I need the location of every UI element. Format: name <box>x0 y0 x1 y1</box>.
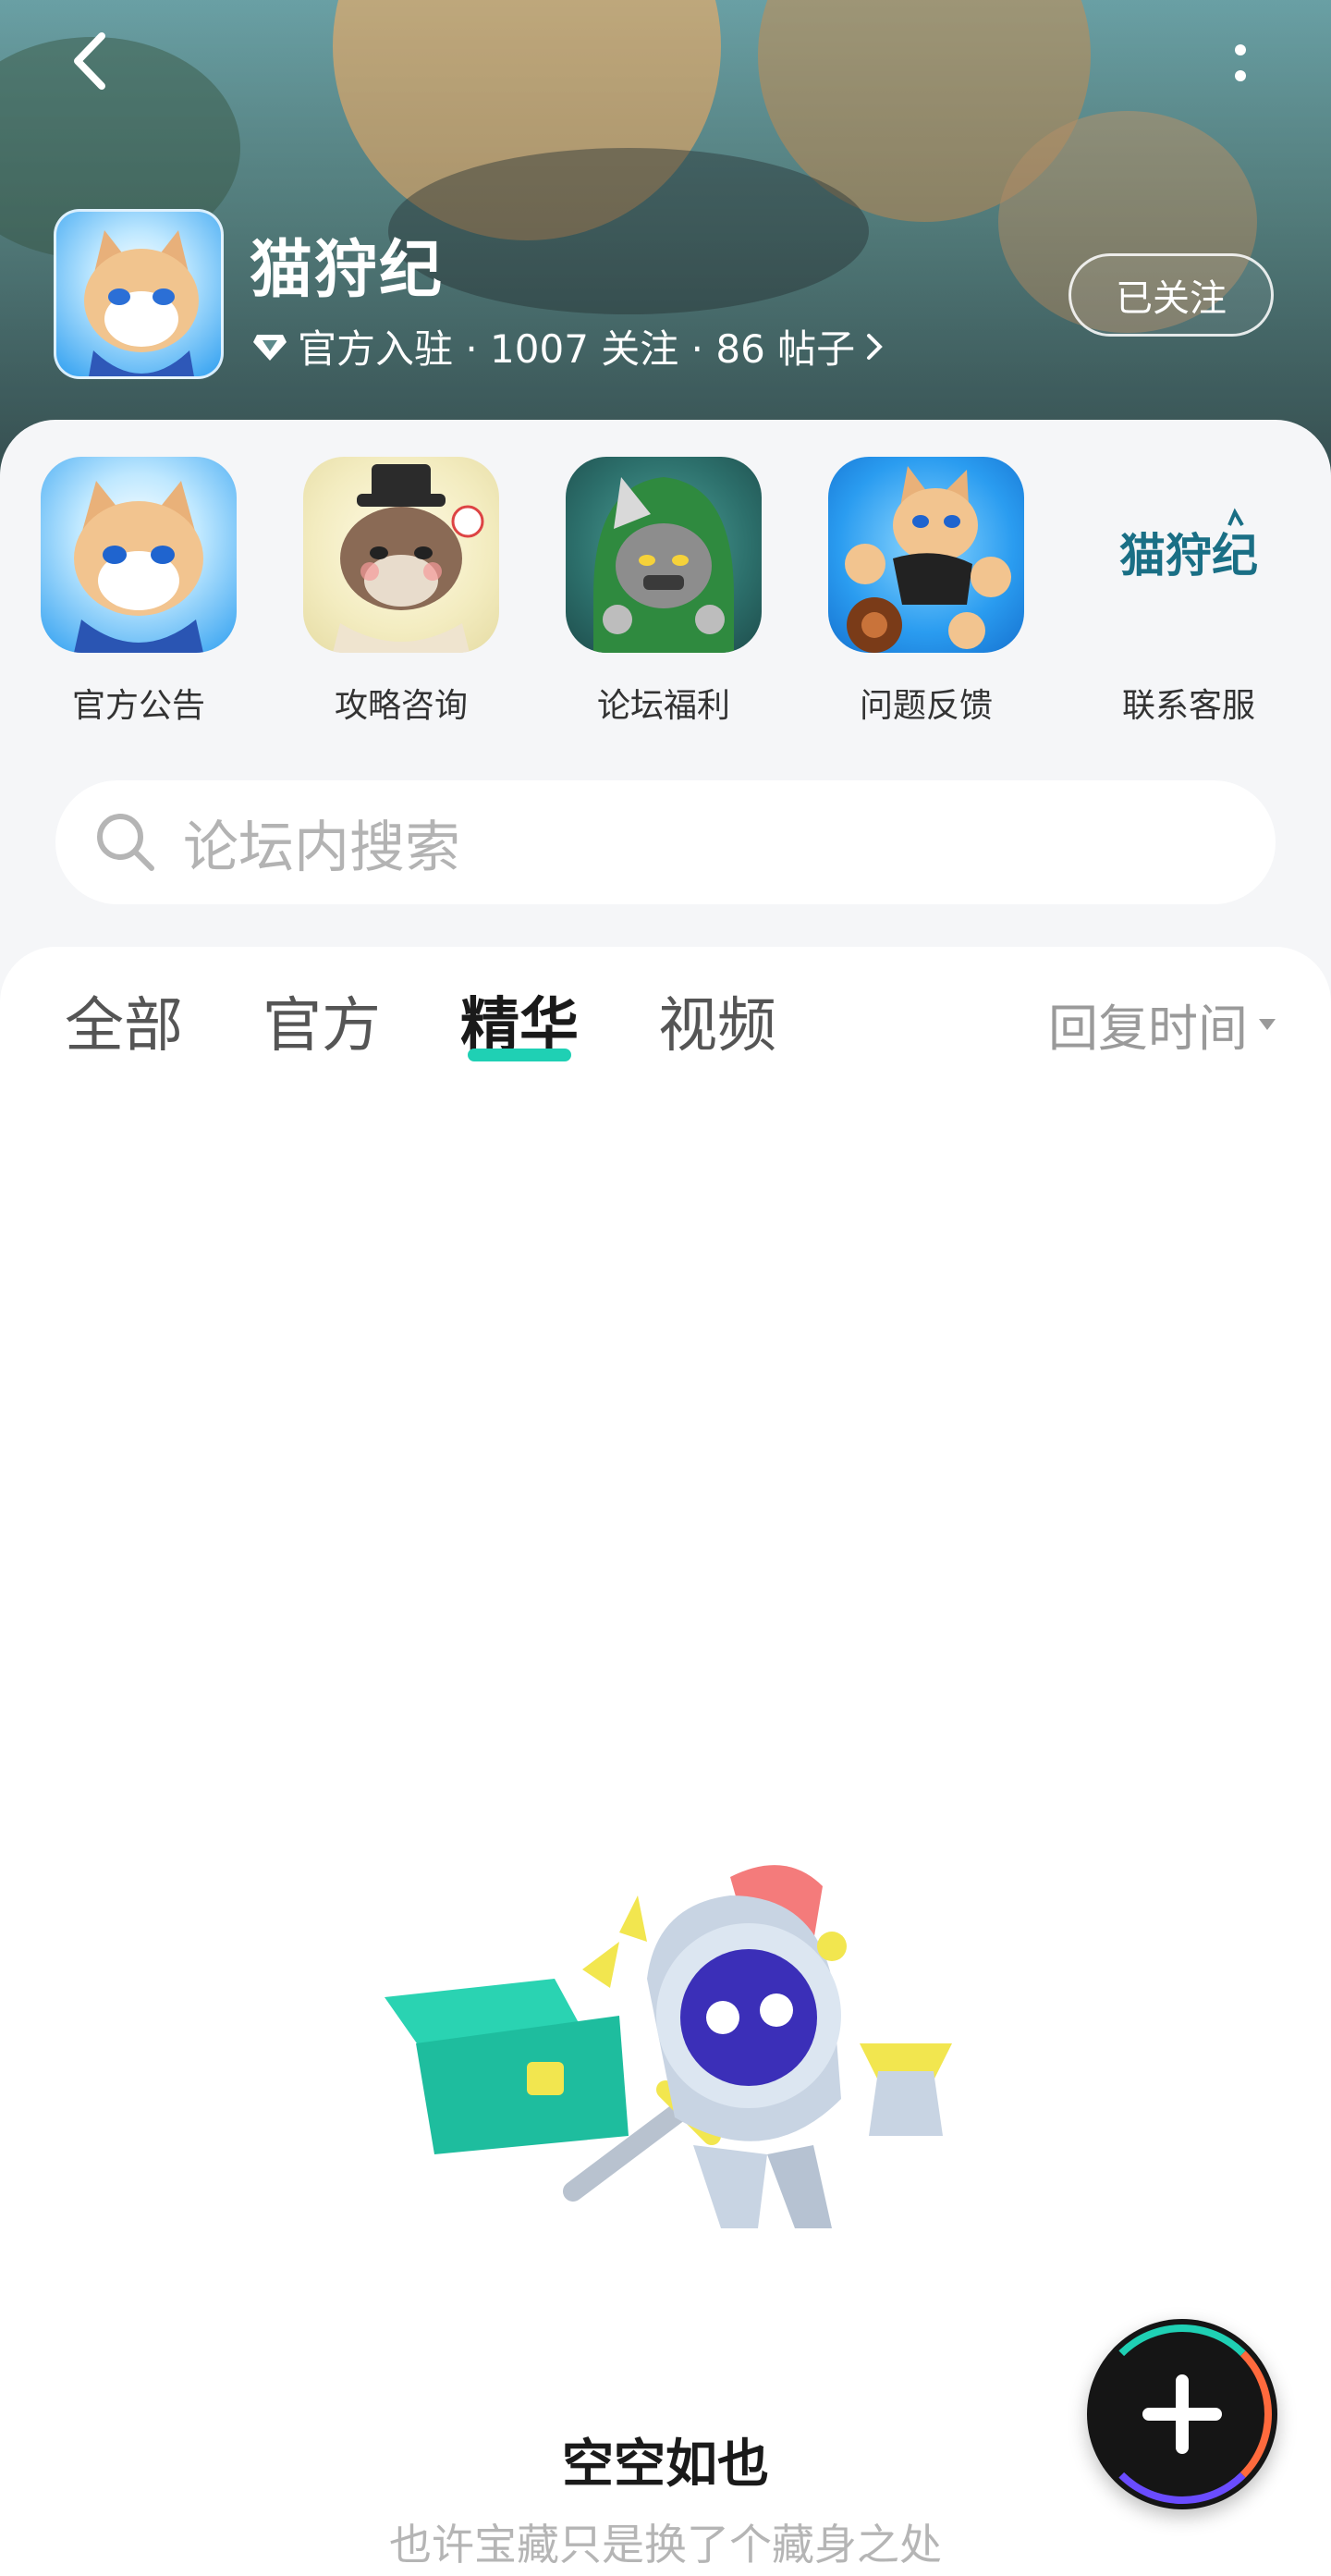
sort-label: 回复时间 <box>1048 1000 1248 1058</box>
empty-state-subtitle: 也许宝藏只是换了个藏身之处 <box>389 2520 942 2570</box>
tab-all[interactable]: 全部 <box>65 978 183 1061</box>
game-meta[interactable]: 官方入驻 · 1007 关注 · 86 帖子 <box>251 318 885 374</box>
tab-active-indicator <box>468 1049 571 1061</box>
empty-knight-illustration <box>385 1865 952 2228</box>
game-title: 猫狩纪 <box>250 234 445 307</box>
search-input[interactable]: 论坛内搜索 <box>183 803 460 883</box>
game-avatar[interactable] <box>54 209 224 379</box>
hooded-cat-avatar-icon <box>566 457 762 653</box>
chevron-left-icon <box>74 32 105 90</box>
tab-label: 全部 <box>65 992 183 1061</box>
logo-text: 猫狩纪 <box>1119 529 1258 583</box>
post-list-card <box>0 947 1331 2576</box>
shortcut-forum-benefits[interactable]: 论坛福利 <box>543 457 784 727</box>
chevron-right-icon <box>867 333 883 360</box>
shortcut-label: 论坛福利 <box>596 687 730 725</box>
sort-dropdown[interactable]: 回复时间 <box>1048 987 1277 1061</box>
shortcut-label: 问题反馈 <box>859 687 993 725</box>
diamond-icon <box>253 334 287 361</box>
new-post-button[interactable] <box>1087 2319 1277 2509</box>
tab-official[interactable]: 官方 <box>263 978 381 1061</box>
shortcut-customer-service[interactable]: 猫狩纪 联系客服 <box>1068 457 1309 727</box>
tab-label: 官方 <box>263 992 381 1061</box>
shortcut-guide-consult[interactable]: 攻略咨询 <box>281 457 521 727</box>
shortcut-label: 官方公告 <box>71 687 205 725</box>
meta-text: 官方入驻 · 1007 关注 · 86 帖子 <box>298 326 856 372</box>
tab-label: 视频 <box>658 992 776 1061</box>
shortcut-official-notice[interactable]: 官方公告 <box>18 457 259 727</box>
running-cat-avatar-icon <box>828 457 1024 653</box>
tab-video[interactable]: 视频 <box>658 978 776 1061</box>
shortcut-row: 官方公告 攻略咨询 论坛福利 问题反馈 猫狩纪 联系客服 <box>0 457 1331 734</box>
shortcut-label: 联系客服 <box>1121 687 1255 725</box>
search-icon <box>97 814 154 871</box>
follow-button[interactable]: 已关注 <box>1068 253 1274 337</box>
cat-avatar-icon <box>84 230 199 376</box>
shortcut-feedback[interactable]: 问题反馈 <box>806 457 1046 727</box>
game-logo-icon: 猫狩纪 <box>1091 457 1287 653</box>
more-options-button[interactable] <box>1216 33 1264 92</box>
tab-bar: 全部 官方 精华 视频 <box>65 978 776 1061</box>
cat-official-avatar-icon <box>303 457 499 653</box>
more-vertical-icon <box>1235 44 1246 81</box>
back-button[interactable] <box>59 28 118 94</box>
caret-down-icon <box>1259 1018 1276 1030</box>
tab-featured[interactable]: 精华 <box>460 978 579 1061</box>
search-bar[interactable]: 论坛内搜索 <box>55 780 1276 904</box>
cat-scholar-avatar-icon <box>41 457 237 653</box>
shortcut-label: 攻略咨询 <box>334 687 468 725</box>
